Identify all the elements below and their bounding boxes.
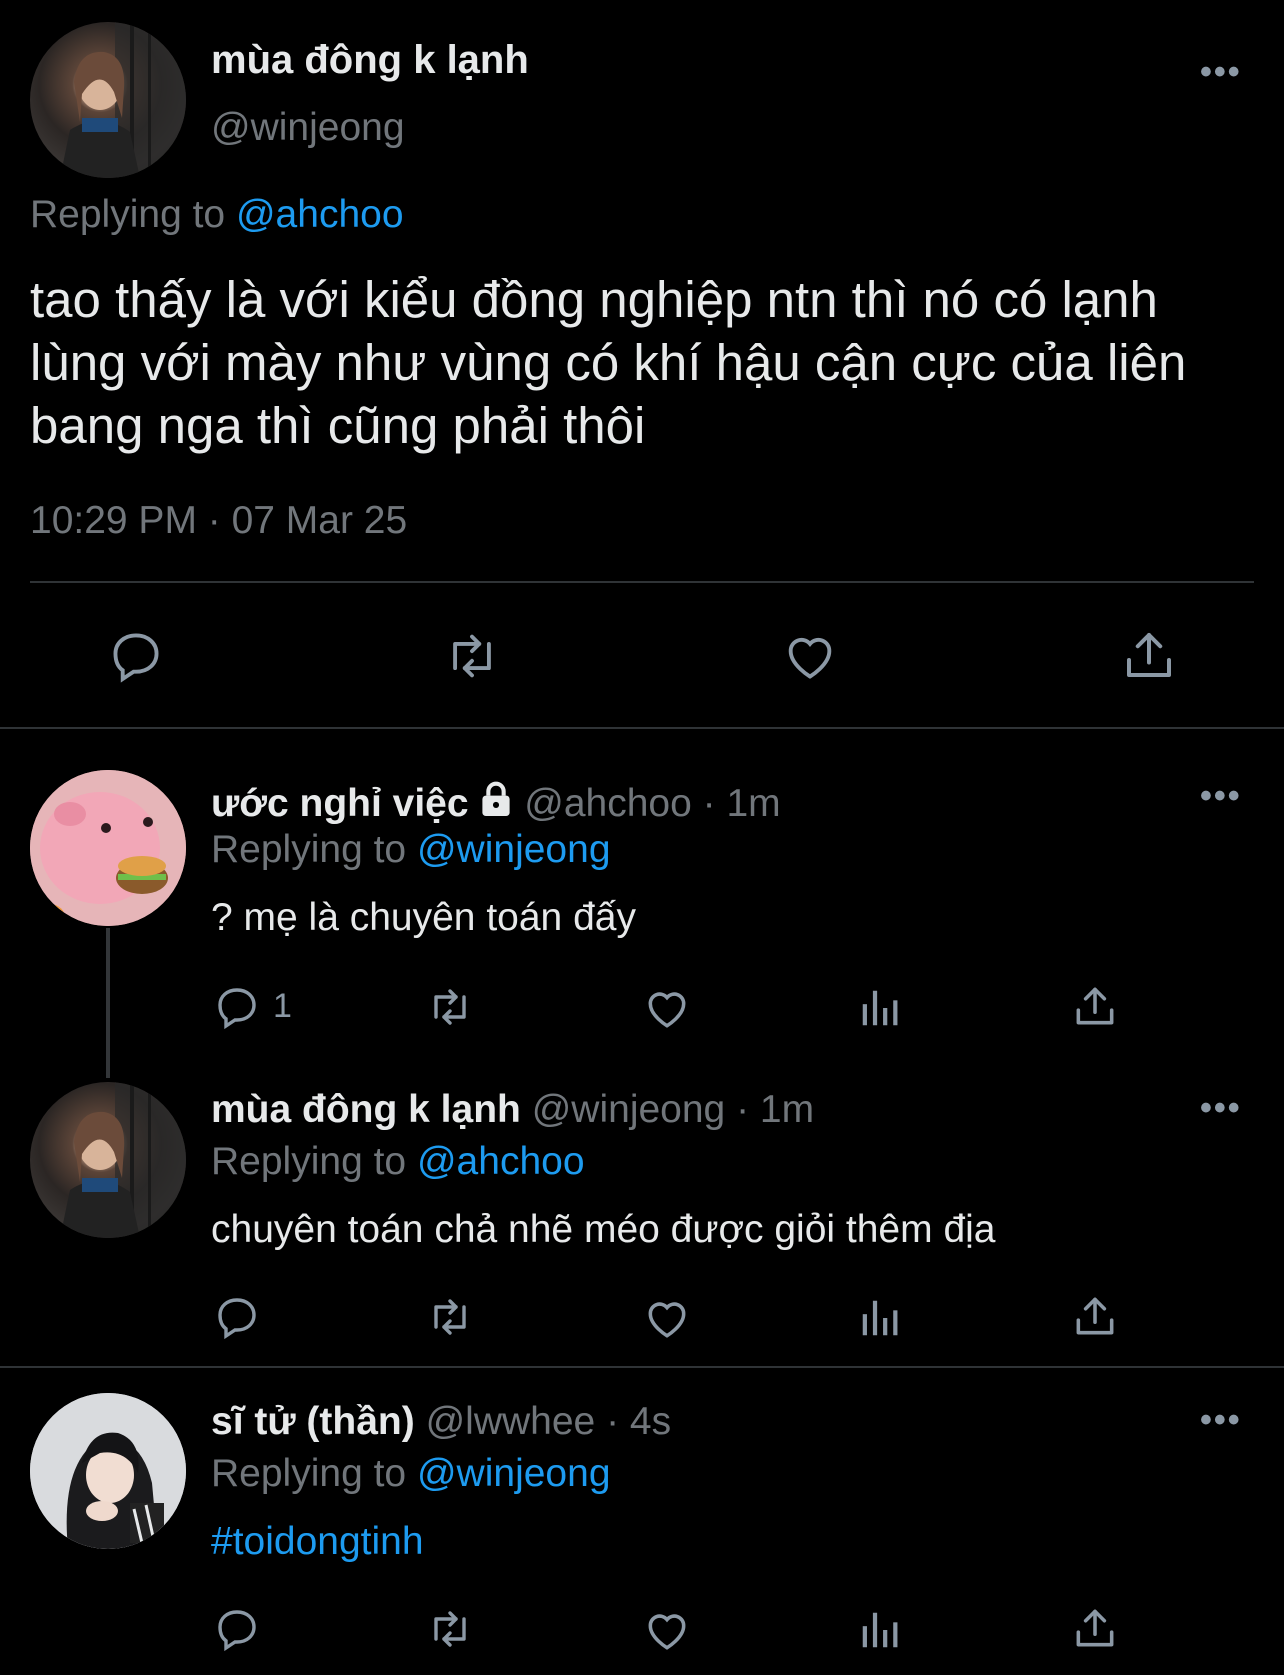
retweet-icon[interactable] [424, 1605, 476, 1653]
reply-icon[interactable] [213, 983, 261, 1031]
section-divider [0, 1366, 1284, 1368]
replying-to-link[interactable]: @winjeong [417, 1452, 611, 1495]
reply-time: · 1m [736, 1088, 815, 1131]
author-name: sĩ tử (thần) [211, 1400, 415, 1443]
share-icon[interactable] [1070, 1291, 1120, 1341]
share-icon[interactable] [1070, 1603, 1120, 1653]
replying-line: Replying to @ahchoo [30, 193, 404, 237]
replying-label: Replying to [211, 1140, 407, 1183]
author-handle[interactable]: @winjeong [211, 106, 405, 150]
like-icon[interactable] [642, 983, 692, 1033]
replying-to-link[interactable]: @winjeong [417, 828, 611, 871]
section-divider [0, 727, 1284, 729]
replying-to-link[interactable]: @ahchoo [417, 1140, 585, 1183]
avatar-ahchoo[interactable] [30, 770, 186, 926]
replying-line: Replying to @ahchoo [211, 1140, 585, 1184]
replying-label: Replying to [30, 193, 226, 236]
views-icon[interactable] [857, 985, 903, 1031]
replying-to-link[interactable]: @ahchoo [236, 193, 404, 236]
reply-text: chuyên toán chả nhẽ méo được giỏi thêm đ… [211, 1208, 996, 1251]
views-icon[interactable] [857, 1607, 903, 1653]
author-name: mùa đông k lạnh [211, 38, 529, 82]
replying-label: Replying to [211, 1452, 407, 1495]
reply-icon[interactable] [213, 1293, 261, 1341]
author-handle[interactable]: @lwwhee [426, 1400, 596, 1443]
avatar-winjeong[interactable] [30, 22, 186, 178]
divider [30, 581, 1254, 583]
hashtag-link[interactable]: #toidongtinh [211, 1520, 424, 1564]
reply-icon[interactable] [107, 627, 165, 685]
tweet-timestamp: 10:29 PM · 07 Mar 25 [30, 499, 408, 542]
more-icon[interactable]: ••• [1200, 55, 1242, 89]
replying-label: Replying to [211, 828, 407, 871]
retweet-icon[interactable] [441, 627, 503, 685]
reply-time: · 4s [606, 1400, 672, 1443]
author-name: mùa đông k lạnh [211, 1088, 521, 1131]
like-icon[interactable] [642, 1293, 692, 1343]
retweet-icon[interactable] [424, 983, 476, 1031]
avatar-winjeong[interactable] [30, 1082, 186, 1238]
reply-time: · 1m [702, 782, 781, 825]
thread-line [106, 928, 110, 1078]
replying-line: Replying to @winjeong [211, 1452, 611, 1496]
more-icon[interactable]: ••• [1200, 1403, 1242, 1437]
reply-text: ? mẹ là chuyên toán đấy [211, 896, 636, 939]
reply-2-header: mùa đông k lạnh @winjeong · 1m [211, 1088, 814, 1132]
reply-count: 1 [273, 987, 292, 1025]
reply-icon[interactable] [213, 1605, 261, 1653]
share-icon[interactable] [1119, 625, 1179, 685]
reply-1-header: ước nghỉ việc @ahchoo · 1m [211, 780, 781, 828]
avatar-lwwhee[interactable] [30, 1393, 186, 1549]
like-icon[interactable] [642, 1605, 692, 1655]
author-handle[interactable]: @ahchoo [524, 782, 692, 825]
retweet-icon[interactable] [424, 1293, 476, 1341]
more-icon[interactable]: ••• [1200, 1091, 1242, 1125]
author-handle[interactable]: @winjeong [532, 1088, 726, 1131]
author-name: ước nghỉ việc [211, 782, 469, 825]
views-icon[interactable] [857, 1295, 903, 1341]
like-icon[interactable] [781, 627, 839, 685]
more-icon[interactable]: ••• [1200, 779, 1242, 813]
share-icon[interactable] [1070, 981, 1120, 1031]
replying-line: Replying to @winjeong [211, 828, 611, 872]
tweet-text: tao thấy là với kiểu đồng nghiệp ntn thì… [30, 271, 1187, 454]
lock-icon [479, 780, 513, 828]
reply-3-header: sĩ tử (thần) @lwwhee · 4s [211, 1400, 671, 1444]
